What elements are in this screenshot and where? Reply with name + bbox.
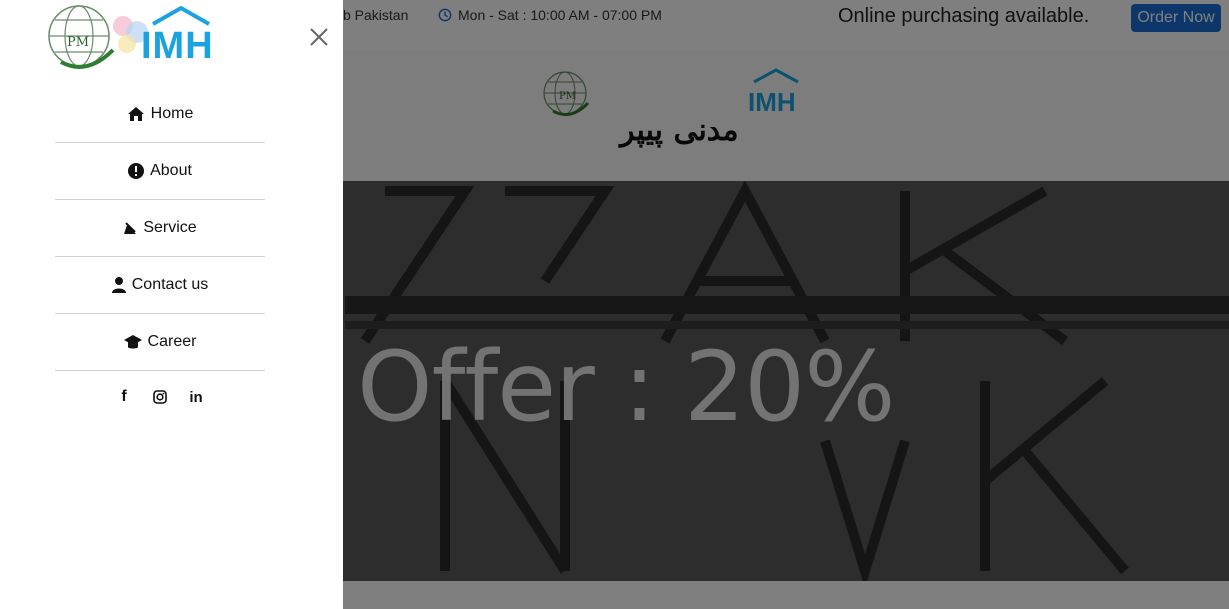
service-icon	[124, 222, 137, 234]
menu-item-label: Contact us	[131, 276, 209, 293]
menu-item-contact[interactable]: Contact us	[55, 257, 265, 314]
side-drawer: PM IMH Home About Service Contact us Car…	[0, 0, 343, 609]
graduation-cap-icon	[123, 335, 142, 349]
facebook-icon[interactable]: f	[115, 388, 133, 406]
info-icon	[128, 163, 145, 179]
close-icon[interactable]	[306, 24, 332, 50]
drawer-menu: Home About Service Contact us Career	[55, 86, 265, 371]
menu-item-label: Career	[147, 333, 197, 350]
menu-item-career[interactable]: Career	[55, 314, 265, 371]
menu-item-label: About	[150, 162, 192, 179]
user-icon	[111, 277, 126, 293]
imh-logo-drawer: IMH	[141, 4, 221, 68]
imh-brand-text: IMH	[141, 25, 214, 67]
menu-item-service[interactable]: Service	[55, 200, 265, 257]
linkedin-icon[interactable]: in	[187, 388, 205, 406]
roof-icon	[152, 5, 210, 26]
home-icon	[127, 107, 144, 121]
menu-item-label: Home	[150, 105, 194, 122]
social-links: f in	[55, 388, 265, 406]
instagram-glyph	[153, 390, 167, 404]
pmm-globe-logo-icon: PM	[48, 5, 115, 69]
menu-item-about[interactable]: About	[55, 143, 265, 200]
menu-item-home[interactable]: Home	[55, 86, 265, 143]
menu-item-label: Service	[143, 219, 197, 236]
instagram-icon[interactable]	[151, 388, 169, 406]
svg-text:PM: PM	[67, 35, 89, 50]
